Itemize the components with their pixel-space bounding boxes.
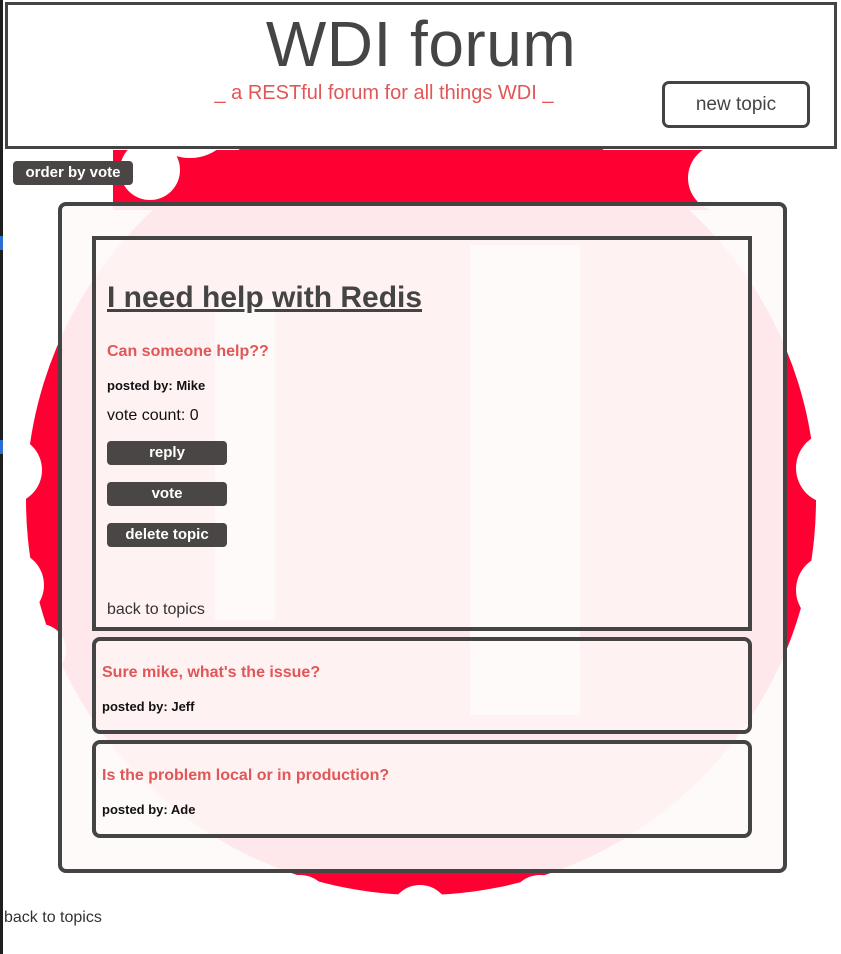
vote-count-label: vote count: [107, 407, 190, 424]
topic-author: posted by: Mike [107, 378, 205, 393]
vote-button[interactable]: vote [107, 482, 227, 506]
topic-title[interactable]: I need help with Redis [107, 280, 422, 316]
window-edge-marker [0, 236, 3, 250]
author-name: Ade [170, 802, 196, 817]
reply-body: Is the problem local or in production? [102, 767, 390, 784]
vote-count-value: 0 [189, 407, 199, 424]
topic-body: Can someone help?? [107, 343, 269, 360]
site-subtitle: _ a RESTful forum for all things WDI _ [214, 82, 554, 104]
reply-author: posted by: Ade [102, 802, 195, 817]
reply-card: Sure mike, what's the issue? posted by: … [92, 637, 752, 734]
site-header: WDI forum _ a RESTful forum for all thin… [5, 2, 837, 149]
author-name: Mike [176, 378, 206, 393]
topic-card: I need help with Redis Can someone help?… [92, 236, 752, 631]
reply-card: Is the problem local or in production? p… [92, 740, 752, 838]
author-prefix: posted by: [102, 802, 171, 817]
reply-author: posted by: Jeff [102, 699, 194, 714]
reply-button[interactable]: reply [107, 441, 227, 465]
new-topic-button[interactable]: new topic [662, 81, 810, 128]
site-title: WDI forum [265, 8, 577, 80]
author-prefix: posted by: [107, 378, 177, 393]
window-edge [0, 0, 3, 954]
back-to-topics-footer-link[interactable]: back to topics [4, 909, 102, 927]
vote-count: vote count: 0 [107, 407, 199, 425]
order-by-vote-button[interactable]: order by vote [13, 161, 133, 185]
author-prefix: posted by: [102, 699, 172, 714]
delete-topic-button[interactable]: delete topic [107, 523, 227, 547]
back-to-topics-link[interactable]: back to topics [107, 601, 205, 619]
author-name: Jeff [171, 699, 195, 714]
reply-body: Sure mike, what's the issue? [102, 664, 321, 681]
window-edge-marker [0, 440, 3, 454]
